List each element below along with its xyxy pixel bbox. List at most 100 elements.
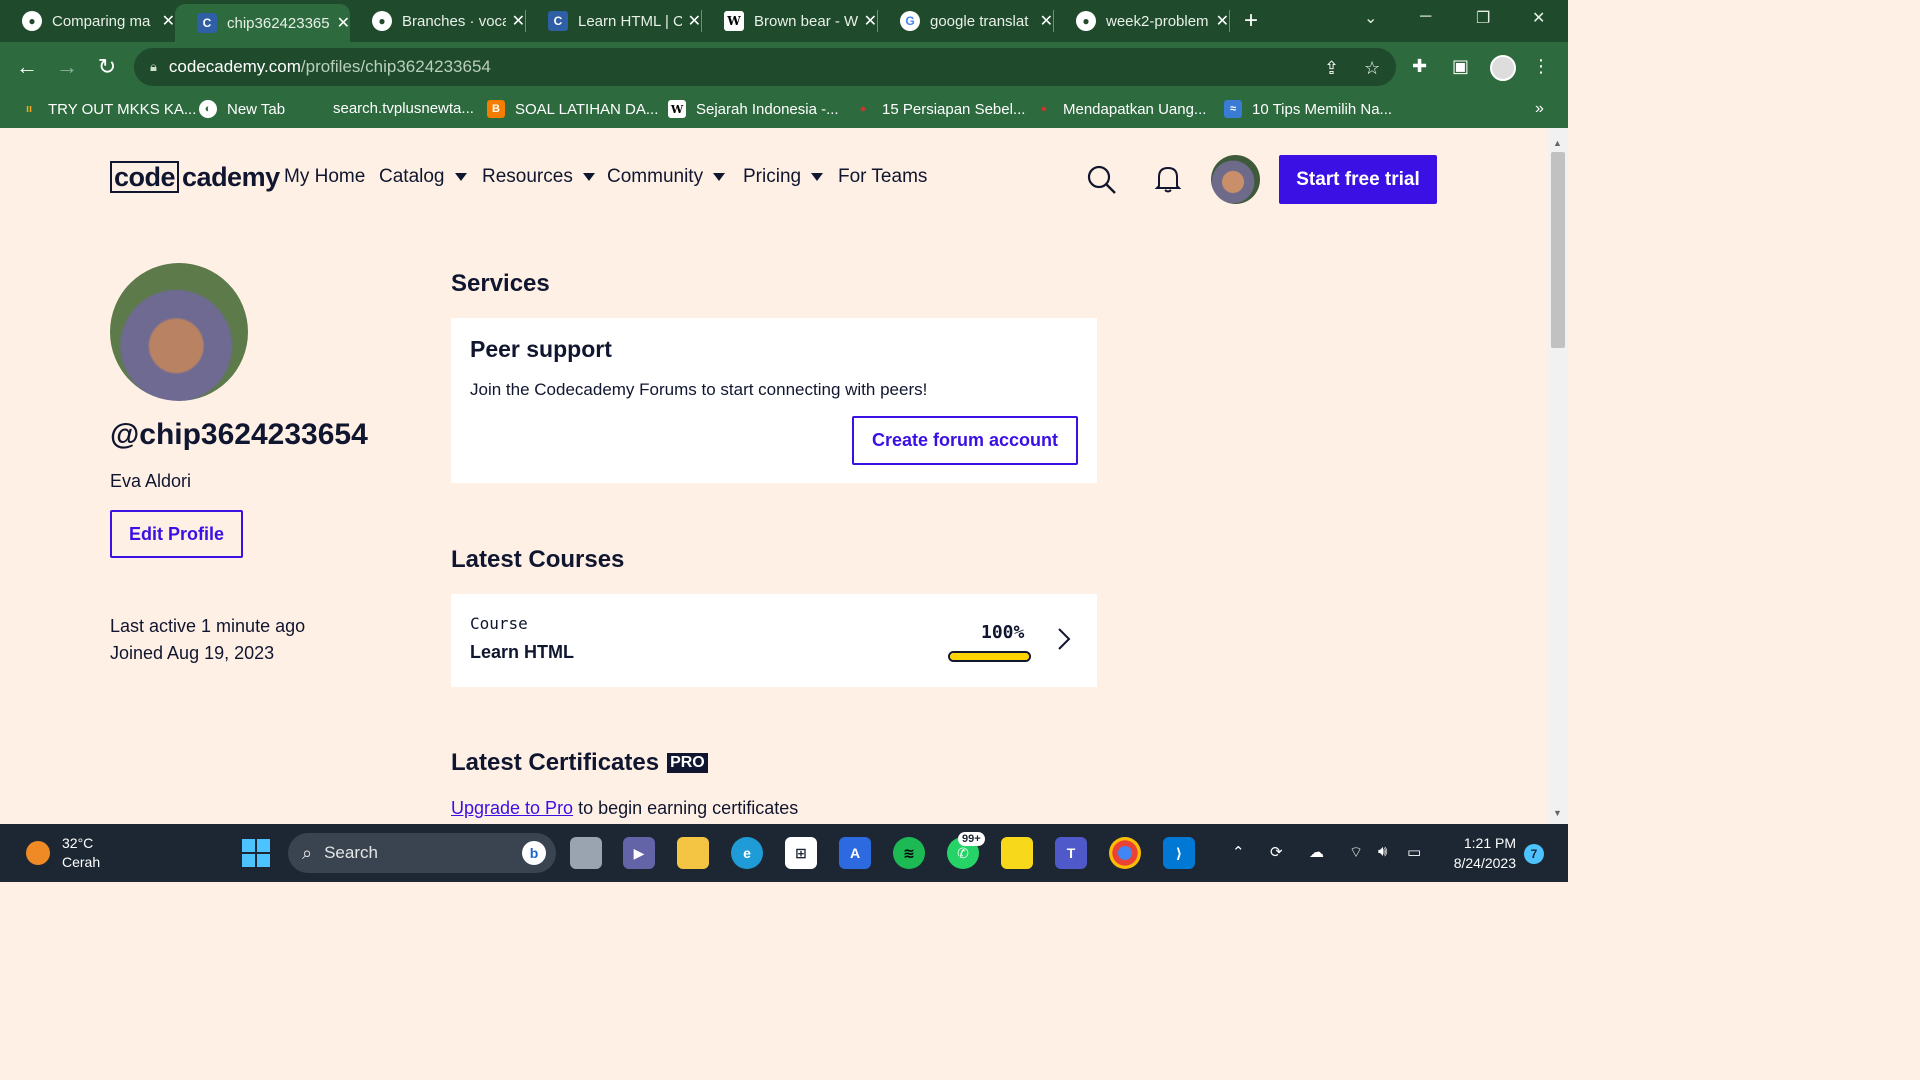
start-button-icon[interactable] <box>242 839 270 867</box>
sticky-notes-icon[interactable] <box>1001 837 1033 869</box>
bookmark-item[interactable]: search.tvplusnewta... <box>333 100 474 117</box>
tab-branches[interactable]: ● Branches · voca ✕ <box>350 0 525 42</box>
github-icon: ● <box>1076 11 1096 31</box>
tab-label: Learn HTML | C <box>578 12 682 30</box>
bing-icon[interactable]: b <box>522 841 546 865</box>
vscode-alt-icon[interactable]: A <box>839 837 871 869</box>
bookmark-label: search.tvplusnewta... <box>333 100 474 117</box>
reload-icon[interactable]: ↻ <box>87 54 127 80</box>
tab-profile-active[interactable]: C chip362423365 ✕ <box>175 4 350 42</box>
nav-catalog[interactable]: Catalog <box>379 166 467 188</box>
nav-pricing[interactable]: Pricing <box>743 166 824 188</box>
taskbar-search-label: Search <box>324 843 378 862</box>
close-tab-icon[interactable]: ✕ <box>1040 11 1053 31</box>
url-path: /profiles/chip3624233654 <box>300 57 491 76</box>
course-progress-bar <box>948 651 1031 662</box>
tab-google-translate[interactable]: G google translat ✕ <box>878 0 1053 42</box>
restore-icon[interactable]: ❐ <box>1476 8 1490 28</box>
edit-profile-button[interactable]: Edit Profile <box>110 510 243 558</box>
bookmark-item[interactable]: ıı TRY OUT MKKS KA... <box>20 100 196 118</box>
bookmark-item[interactable]: ◐ New Tab <box>199 100 285 118</box>
teams-chat-icon[interactable]: ▶ <box>623 837 655 869</box>
start-free-trial-button[interactable]: Start free trial <box>1279 155 1437 204</box>
browser-profile-avatar[interactable] <box>1490 55 1516 81</box>
onedrive-icon[interactable]: ☁ <box>1309 843 1324 861</box>
chevron-right-icon[interactable] <box>1057 627 1071 651</box>
scroll-down-icon[interactable]: ▼ <box>1553 808 1562 818</box>
tab-comparing[interactable]: ● Comparing ma ✕ <box>0 0 175 42</box>
share-icon[interactable]: ⇪ <box>1324 58 1339 79</box>
profile-handle: @chip3624233654 <box>110 418 368 451</box>
search-icon[interactable] <box>1087 165 1117 195</box>
nav-my-home[interactable]: My Home <box>284 166 365 188</box>
close-tab-icon[interactable]: ✕ <box>512 11 525 31</box>
close-window-icon[interactable]: ✕ <box>1532 8 1545 28</box>
scroll-up-icon[interactable]: ▲ <box>1553 138 1562 148</box>
browser-toolbar: ← → ↻ 🔒︎ codecademy.com/profiles/chip362… <box>0 42 1568 92</box>
tab-week2[interactable]: ● week2-problem ✕ <box>1054 0 1229 42</box>
nav-resources[interactable]: Resources <box>482 166 595 188</box>
url-host: codecademy.com <box>168 57 301 76</box>
pro-badge: PRO <box>667 753 708 773</box>
close-tab-icon[interactable]: ✕ <box>688 11 701 31</box>
minimize-icon[interactable]: ─ <box>1420 8 1431 26</box>
pin-icon: ● <box>1040 103 1048 115</box>
task-view-icon[interactable] <box>570 837 602 869</box>
chrome-icon[interactable] <box>1109 837 1141 869</box>
close-tab-icon[interactable]: ✕ <box>864 11 877 31</box>
tab-search-chevron-icon[interactable]: ⌄ <box>1364 8 1377 28</box>
page-scrollbar[interactable]: ▲ ▼ <box>1548 128 1568 824</box>
bookmark-item[interactable]: ≈ 10 Tips Memilih Na... <box>1224 100 1392 118</box>
weather-widget[interactable]: 32°C Cerah <box>26 834 100 872</box>
vscode-icon[interactable]: ⟩ <box>1163 837 1195 869</box>
bookmark-item[interactable]: ● Mendapatkan Uang... <box>1035 100 1207 118</box>
back-icon[interactable]: ← <box>7 54 47 80</box>
new-tab-icon[interactable]: + <box>1244 7 1258 35</box>
tab-label: chip362423365 <box>227 14 330 32</box>
bookmark-item[interactable]: ● 15 Persiapan Sebel... <box>854 100 1026 118</box>
teams-icon[interactable]: T <box>1055 837 1087 869</box>
bookmark-item[interactable]: W Sejarah Indonesia -... <box>668 100 839 118</box>
bookmark-label: TRY OUT MKKS KA... <box>48 100 197 118</box>
address-bar[interactable]: 🔒︎ codecademy.com/profiles/chip362423365… <box>134 48 1396 86</box>
menu-kebab-icon[interactable]: ⋮ <box>1532 56 1550 77</box>
course-card[interactable]: Course Learn HTML 100% <box>451 594 1097 687</box>
services-heading: Services <box>451 270 550 297</box>
notification-count[interactable]: 7 <box>1524 844 1544 864</box>
peer-support-title: Peer support <box>470 336 612 362</box>
bell-icon[interactable] <box>1155 164 1181 194</box>
side-panel-icon[interactable]: ▣ <box>1452 56 1469 77</box>
battery-icon[interactable]: ▭ <box>1407 843 1421 861</box>
spotify-icon[interactable]: ≋ <box>893 837 925 869</box>
microsoft-store-icon[interactable]: ⊞ <box>785 837 817 869</box>
system-clock[interactable]: 1:21 PM 8/24/2023 <box>1446 833 1516 873</box>
close-tab-icon[interactable]: ✕ <box>162 11 175 31</box>
close-tab-icon[interactable]: ✕ <box>337 13 350 33</box>
latest-courses-heading: Latest Courses <box>451 546 625 573</box>
upgrade-to-pro-link[interactable]: Upgrade to Pro <box>451 798 573 818</box>
more-bookmarks-icon[interactable]: » <box>1535 100 1544 118</box>
logo-code: code <box>110 161 180 193</box>
forward-icon[interactable]: → <box>47 54 87 80</box>
nav-community[interactable]: Community <box>607 166 726 188</box>
codecademy-logo[interactable]: code cademy <box>110 161 280 193</box>
scroll-thumb[interactable] <box>1551 152 1565 348</box>
joined-date-text: Joined Aug 19, 2023 <box>110 643 275 663</box>
tab-learn-html[interactable]: C Learn HTML | C ✕ <box>526 0 701 42</box>
user-avatar[interactable] <box>1211 155 1260 204</box>
sync-icon[interactable]: ⟳ <box>1270 843 1283 861</box>
profile-avatar <box>110 263 248 401</box>
tab-brown-bear[interactable]: W Brown bear - W ✕ <box>702 0 877 42</box>
wifi-icon[interactable]: ⌔ <box>1349 843 1363 862</box>
tray-chevron-icon[interactable]: ⌃ <box>1232 843 1245 861</box>
file-explorer-icon[interactable] <box>677 837 709 869</box>
bookmark-item[interactable]: B SOAL LATIHAN DA... <box>487 100 658 118</box>
extensions-icon[interactable]: ✚ <box>1412 56 1427 77</box>
nav-for-teams[interactable]: For Teams <box>838 166 927 188</box>
taskbar-search[interactable]: ⌕ Search b <box>288 833 556 873</box>
edge-icon[interactable]: e <box>731 837 763 869</box>
close-tab-icon[interactable]: ✕ <box>1216 11 1229 31</box>
volume-icon[interactable]: 🔊︎ <box>1378 843 1387 860</box>
bookmark-star-icon[interactable]: ☆ <box>1364 58 1380 79</box>
create-forum-account-button[interactable]: Create forum account <box>852 416 1078 465</box>
